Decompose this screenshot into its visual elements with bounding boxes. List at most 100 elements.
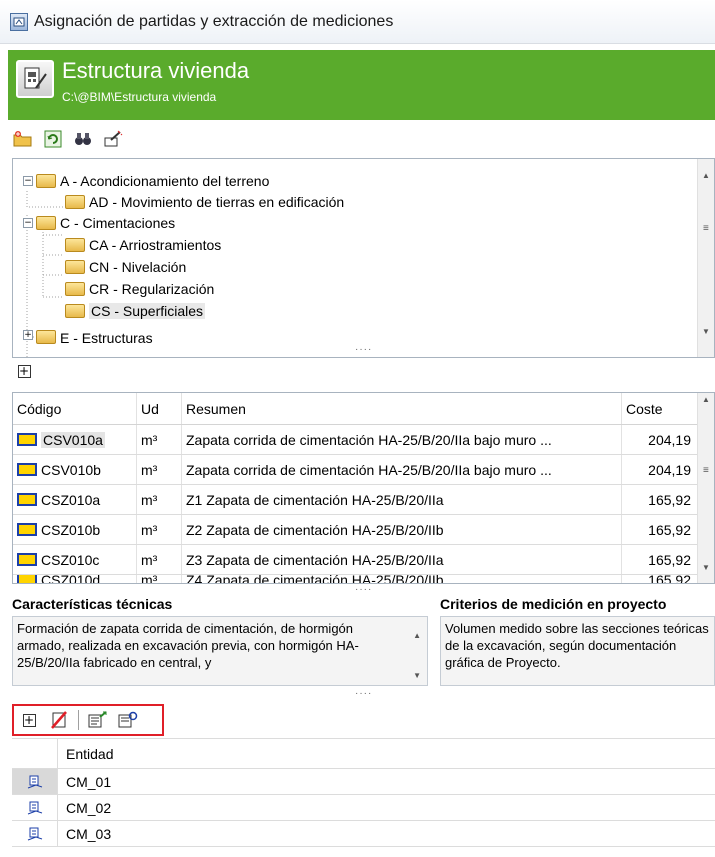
item-cost: 204,19 xyxy=(622,425,698,454)
scroll-grip-icon[interactable]: ≡ xyxy=(703,223,709,234)
project-path: C:\@BIM\Estructura vivienda xyxy=(62,90,217,104)
collapse-icon[interactable]: − xyxy=(23,218,33,228)
col-header-cost[interactable]: Coste xyxy=(622,393,698,424)
folder-icon xyxy=(36,174,56,188)
folder-icon xyxy=(65,282,85,296)
tree-item-label: A - Acondicionamiento del terreno xyxy=(60,173,270,189)
item-code: CSZ010d xyxy=(41,575,101,584)
item-icon xyxy=(17,575,37,583)
scroll-down-icon[interactable]: ▼ xyxy=(413,667,421,684)
new-folder-icon[interactable] xyxy=(12,128,34,150)
item-summary: Z4 Zapata de cimentación HA-25/B/20/IIb xyxy=(182,575,622,583)
item-cost: 165,92 xyxy=(622,515,698,544)
entity-toolbar: + xyxy=(12,704,164,736)
table-row[interactable]: CSZ010a m³ Z1 Zapata de cimentación HA-2… xyxy=(13,485,714,515)
scroll-down-icon[interactable]: ▼ xyxy=(702,563,710,572)
item-cost: 165,92 xyxy=(622,485,698,514)
entity-icon xyxy=(27,801,42,814)
item-icon xyxy=(17,553,37,566)
tree-item-c[interactable]: − C - Cimentaciones xyxy=(23,213,175,233)
tech-title: Características técnicas xyxy=(12,596,173,612)
item-code: CSZ010c xyxy=(41,551,100,568)
project-icon xyxy=(16,60,54,98)
table-scrollbar[interactable]: ▲ ≡ ▼ xyxy=(697,393,714,583)
select-icon xyxy=(118,711,138,728)
splitter-grip-icon[interactable]: ···· xyxy=(355,584,372,595)
criteria-text: Volumen medido sobre las secciones teóri… xyxy=(445,621,709,670)
scroll-grip-icon[interactable]: ≡ xyxy=(703,465,709,476)
entity-row[interactable]: CM_03 xyxy=(12,821,715,847)
table-row[interactable]: CSZ010d m³ Z4 Zapata de cimentación HA-2… xyxy=(13,575,714,584)
scroll-up-icon[interactable]: ▲ xyxy=(702,171,710,180)
entity-row[interactable]: CM_02 xyxy=(12,795,715,821)
folder-icon xyxy=(65,260,85,274)
item-unit: m³ xyxy=(137,485,182,514)
item-code: CSV010a xyxy=(41,431,105,448)
toolbar-separator xyxy=(78,710,79,730)
item-summary: Z3 Zapata de cimentación HA-25/B/20/IIa xyxy=(182,545,622,574)
tree-item-a[interactable]: − A - Acondicionamiento del terreno xyxy=(23,171,269,191)
tree-item-label: CR - Regularización xyxy=(89,281,215,297)
tree-item-ca[interactable]: CA - Arriostramientos xyxy=(65,235,221,255)
splitter-grip-icon[interactable]: ···· xyxy=(355,688,372,699)
project-header: Estructura vivienda C:\@BIM\Estructura v… xyxy=(8,50,715,120)
scroll-up-icon[interactable]: ▲ xyxy=(702,395,710,404)
tree-item-e[interactable]: + E - Estructuras xyxy=(23,330,153,344)
tree-item-cs[interactable]: CS - Superficiales xyxy=(65,301,206,321)
tech-text: Formación de zapata corrida de cimentaci… xyxy=(17,621,359,670)
scroll-up-icon[interactable]: ▲ xyxy=(413,627,421,644)
tree-item-cn[interactable]: CN - Nivelación xyxy=(65,257,186,277)
table-row[interactable]: CSZ010c m³ Z3 Zapata de cimentación HA-2… xyxy=(13,545,714,575)
folder-icon xyxy=(65,304,85,318)
table-row[interactable]: CSV010a m³ Zapata corrida de cimentación… xyxy=(13,425,714,455)
col-header-entity[interactable]: Entidad xyxy=(58,746,113,762)
binoculars-search-icon[interactable] xyxy=(72,128,94,150)
tree-item-label: E - Estructuras xyxy=(60,330,153,344)
magic-wand-icon[interactable] xyxy=(102,128,124,150)
table-row[interactable]: CSZ010b m³ Z2 Zapata de cimentación HA-2… xyxy=(13,515,714,545)
export-entities-button[interactable] xyxy=(87,709,109,731)
entity-row[interactable]: CM_01 xyxy=(12,769,715,795)
folder-icon xyxy=(65,238,85,252)
entity-icon xyxy=(27,827,42,840)
col-header-summary[interactable]: Resumen xyxy=(182,393,622,424)
entity-icon xyxy=(27,775,42,788)
items-table: Código Ud Resumen Coste CSV010a m³ Zapat… xyxy=(12,392,715,584)
criteria-text-box[interactable]: Volumen medido sobre las secciones teóri… xyxy=(440,616,715,686)
tech-text-box[interactable]: Formación de zapata corrida de cimentaci… xyxy=(12,616,428,686)
delete-entity-button[interactable] xyxy=(48,709,70,731)
chapter-tree[interactable]: − A - Acondicionamiento del terreno AD -… xyxy=(12,158,715,358)
item-summary: Z1 Zapata de cimentación HA-25/B/20/IIa xyxy=(182,485,622,514)
item-cost: 204,19 xyxy=(622,455,698,484)
tree-scrollbar[interactable]: ▲ ≡ ▼ xyxy=(697,159,714,357)
select-entities-button[interactable] xyxy=(117,709,139,731)
scroll-down-icon[interactable]: ▼ xyxy=(702,327,710,336)
tree-item-ad[interactable]: AD - Movimiento de tierras en edificació… xyxy=(65,192,344,212)
refresh-icon[interactable] xyxy=(42,128,64,150)
entity-header-row: Entidad xyxy=(12,739,715,769)
box-plus-icon: + xyxy=(17,363,31,378)
item-unit: m³ xyxy=(137,515,182,544)
tree-item-cr[interactable]: CR - Regularización xyxy=(65,279,214,299)
table-row[interactable]: CSV010b m³ Zapata corrida de cimentación… xyxy=(13,455,714,485)
col-header-unit[interactable]: Ud xyxy=(137,393,182,424)
entity-name: CM_03 xyxy=(66,825,112,842)
splitter-grip-icon[interactable]: ···· xyxy=(355,344,372,355)
add-entity-button[interactable]: + xyxy=(18,709,40,731)
item-unit: m³ xyxy=(137,425,182,454)
tree-item-label: CN - Nivelación xyxy=(89,259,187,275)
export-icon xyxy=(88,711,107,728)
item-icon xyxy=(17,463,37,476)
item-code: CSZ010a xyxy=(41,491,101,508)
entity-table: Entidad CM_01 CM_02 CM_03 xyxy=(12,738,715,857)
item-summary: Zapata corrida de cimentación HA-25/B/20… xyxy=(182,455,622,484)
item-cost: 165,92 xyxy=(622,545,698,574)
col-header-code[interactable]: Código xyxy=(13,393,137,424)
expand-icon[interactable]: + xyxy=(23,330,33,340)
expand-all-button[interactable]: + xyxy=(12,360,36,382)
tree-item-label: CA - Arriostramientos xyxy=(89,237,222,253)
item-cost: 165,92 xyxy=(622,575,698,583)
criteria-title: Criterios de medición en proyecto xyxy=(440,596,667,612)
table-header: Código Ud Resumen Coste xyxy=(13,393,714,425)
collapse-icon[interactable]: − xyxy=(23,176,33,186)
